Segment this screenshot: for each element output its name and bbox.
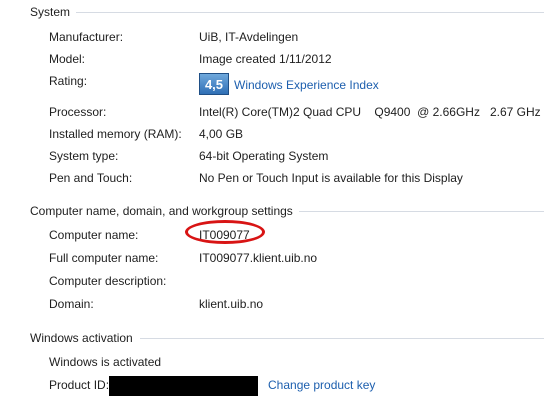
model-label: Model: [49, 52, 86, 66]
product-id-redacted [109, 376, 258, 396]
domain-value: klient.uib.no [199, 297, 264, 311]
system-type-value: 64-bit Operating System [199, 149, 329, 163]
processor-label: Processor: [49, 105, 107, 119]
pen-and-touch-value: No Pen or Touch Input is available for t… [199, 171, 463, 185]
change-product-key-link[interactable]: Change product key [268, 378, 375, 392]
system-type-label: System type: [49, 149, 119, 163]
domain-label: Domain: [49, 297, 94, 311]
manufacturer-label: Manufacturer: [49, 30, 124, 44]
product-id-label: Product ID: [49, 378, 110, 392]
installed-memory-label: Installed memory (RAM): [49, 127, 182, 141]
rating-label: Rating: [49, 74, 88, 88]
computer-section-divider [296, 211, 544, 212]
activation-section-divider [140, 338, 544, 339]
activation-status: Windows is activated [49, 355, 162, 369]
system-section-divider [70, 12, 544, 13]
full-computer-name-label: Full computer name: [49, 251, 159, 265]
computer-name-label: Computer name: [49, 228, 139, 242]
activation-section-title: Windows activation [30, 331, 139, 345]
manufacturer-value: UiB, IT-Avdelingen [199, 30, 299, 44]
windows-experience-index-badge[interactable]: 4,5 [199, 73, 229, 95]
highlight-circle [185, 220, 265, 244]
full-computer-name-value: IT009077.klient.uib.no [199, 251, 318, 265]
computer-section-title: Computer name, domain, and workgroup set… [30, 204, 299, 218]
processor-value: Intel(R) Core(TM)2 Quad CPU Q9400 @ 2.66… [199, 105, 541, 119]
installed-memory-value: 4,00 GB [199, 127, 244, 141]
computer-description-label: Computer description: [49, 274, 167, 288]
system-section-title: System [30, 5, 77, 19]
windows-experience-index-link[interactable]: Windows Experience Index [234, 78, 379, 92]
model-value: Image created 1/11/2012 [199, 52, 332, 66]
pen-and-touch-label: Pen and Touch: [49, 171, 133, 185]
